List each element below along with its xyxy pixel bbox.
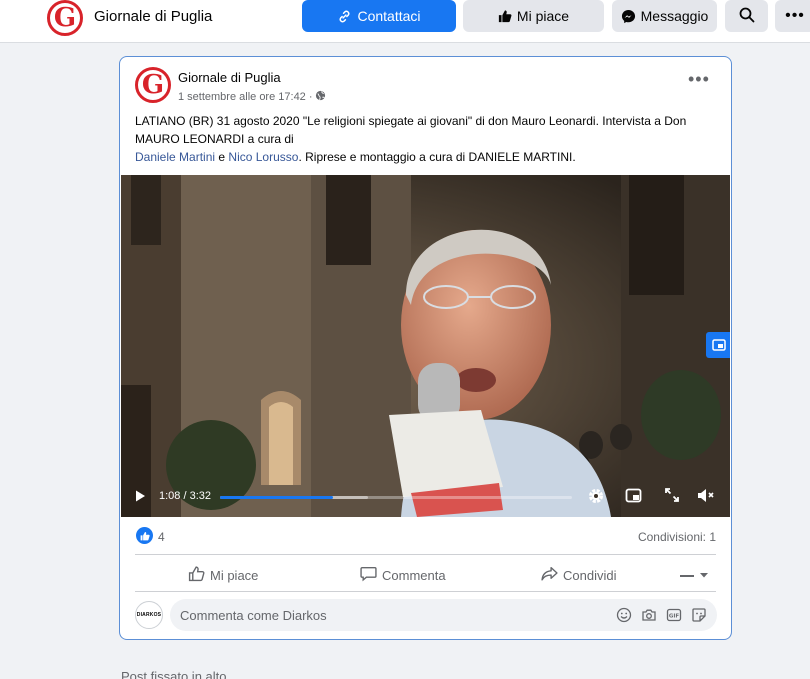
tag-daniele-martini[interactable]: Daniele Martini bbox=[135, 150, 215, 164]
tag-conjunction: e bbox=[218, 150, 226, 164]
post-author-avatar[interactable]: G bbox=[135, 67, 171, 103]
divider bbox=[135, 591, 716, 592]
comment-tools: GIF bbox=[616, 607, 707, 628]
post-text-line1: LATIANO (BR) 31 agosto 2020 "Le religion… bbox=[135, 114, 687, 146]
video-player[interactable]: 1:08 / 3:32 bbox=[121, 175, 730, 517]
picture-in-picture-icon[interactable] bbox=[625, 487, 642, 509]
comment-box[interactable]: GIF bbox=[170, 599, 717, 631]
audience-menu-button[interactable] bbox=[680, 567, 709, 582]
post-meta: 1 settembre alle ore 17:42 · bbox=[178, 90, 326, 104]
post-options-icon[interactable]: ••• bbox=[688, 69, 710, 90]
share-action-label: Condividi bbox=[563, 567, 617, 583]
camera-icon[interactable] bbox=[641, 607, 657, 628]
side-panel-icon[interactable] bbox=[706, 332, 730, 358]
page-logo[interactable]: G bbox=[47, 0, 83, 36]
chevron-down-icon bbox=[699, 567, 709, 582]
comment-action-button[interactable]: Commenta bbox=[360, 565, 446, 585]
video-progress-bar[interactable] bbox=[220, 496, 572, 499]
video-duration: 3:32 bbox=[189, 490, 212, 502]
share-action-button[interactable]: Condividi bbox=[541, 565, 616, 585]
thumbs-up-icon bbox=[498, 9, 512, 23]
gif-icon[interactable]: GIF bbox=[666, 607, 682, 628]
post-card: G Giornale di Puglia 1 settembre alle or… bbox=[119, 56, 732, 640]
play-icon[interactable] bbox=[133, 489, 147, 508]
tag-nico-lorusso[interactable]: Nico Lorusso bbox=[228, 150, 298, 164]
message-button[interactable]: Messaggio bbox=[612, 0, 717, 32]
contact-button[interactable]: Contattaci bbox=[302, 0, 456, 32]
contact-label: Contattaci bbox=[357, 8, 421, 24]
like-reaction-icon[interactable] bbox=[136, 527, 153, 544]
fullscreen-icon[interactable] bbox=[664, 487, 680, 508]
post-author-name[interactable]: Giornale di Puglia bbox=[178, 70, 281, 85]
post-timestamp[interactable]: 1 settembre alle ore 17:42 bbox=[178, 91, 306, 103]
globe-icon bbox=[315, 90, 326, 104]
thumbs-up-outline-icon bbox=[188, 565, 205, 585]
comment-icon bbox=[360, 565, 377, 585]
comment-action-label: Commenta bbox=[382, 567, 446, 583]
sticker-icon[interactable] bbox=[691, 607, 707, 628]
page-like-label: Mi piace bbox=[516, 8, 570, 24]
emoji-icon[interactable] bbox=[616, 607, 632, 628]
share-count[interactable]: Condivisioni: 1 bbox=[638, 530, 716, 544]
commenter-avatar[interactable]: DIARKOS bbox=[135, 601, 163, 629]
comment-input[interactable] bbox=[180, 599, 600, 631]
more-button[interactable]: ••• bbox=[775, 0, 810, 32]
svg-text:GIF: GIF bbox=[669, 614, 680, 620]
page-name[interactable]: Giornale di Puglia bbox=[94, 8, 212, 25]
settings-icon[interactable] bbox=[587, 487, 605, 510]
message-label: Messaggio bbox=[640, 8, 709, 24]
messenger-icon bbox=[621, 9, 636, 24]
video-progress-fill bbox=[220, 496, 333, 499]
page-like-button[interactable]: Mi piace bbox=[463, 0, 604, 32]
pinned-post-label: Post fissato in alto bbox=[121, 669, 227, 679]
volume-muted-icon[interactable] bbox=[696, 487, 716, 509]
page-header: G Giornale di Puglia Contattaci Mi piace… bbox=[0, 0, 810, 43]
divider bbox=[135, 554, 716, 555]
post-text-line2: . Riprese e montaggio a cura di DANIELE … bbox=[298, 150, 576, 164]
search-icon bbox=[739, 7, 755, 26]
post-text: LATIANO (BR) 31 agosto 2020 "Le religion… bbox=[135, 112, 725, 166]
reaction-count[interactable]: 4 bbox=[158, 530, 165, 544]
video-time: 1:08 / 3:32 bbox=[159, 490, 212, 502]
video-frame bbox=[121, 175, 730, 517]
more-icon: ••• bbox=[785, 7, 805, 24]
like-action-button[interactable]: Mi piace bbox=[188, 565, 258, 585]
dash-icon bbox=[680, 567, 694, 582]
video-current-time: 1:08 bbox=[159, 490, 181, 502]
link-icon bbox=[337, 9, 352, 24]
search-button[interactable] bbox=[725, 0, 768, 32]
like-action-label: Mi piace bbox=[210, 567, 259, 583]
share-icon bbox=[541, 565, 558, 585]
